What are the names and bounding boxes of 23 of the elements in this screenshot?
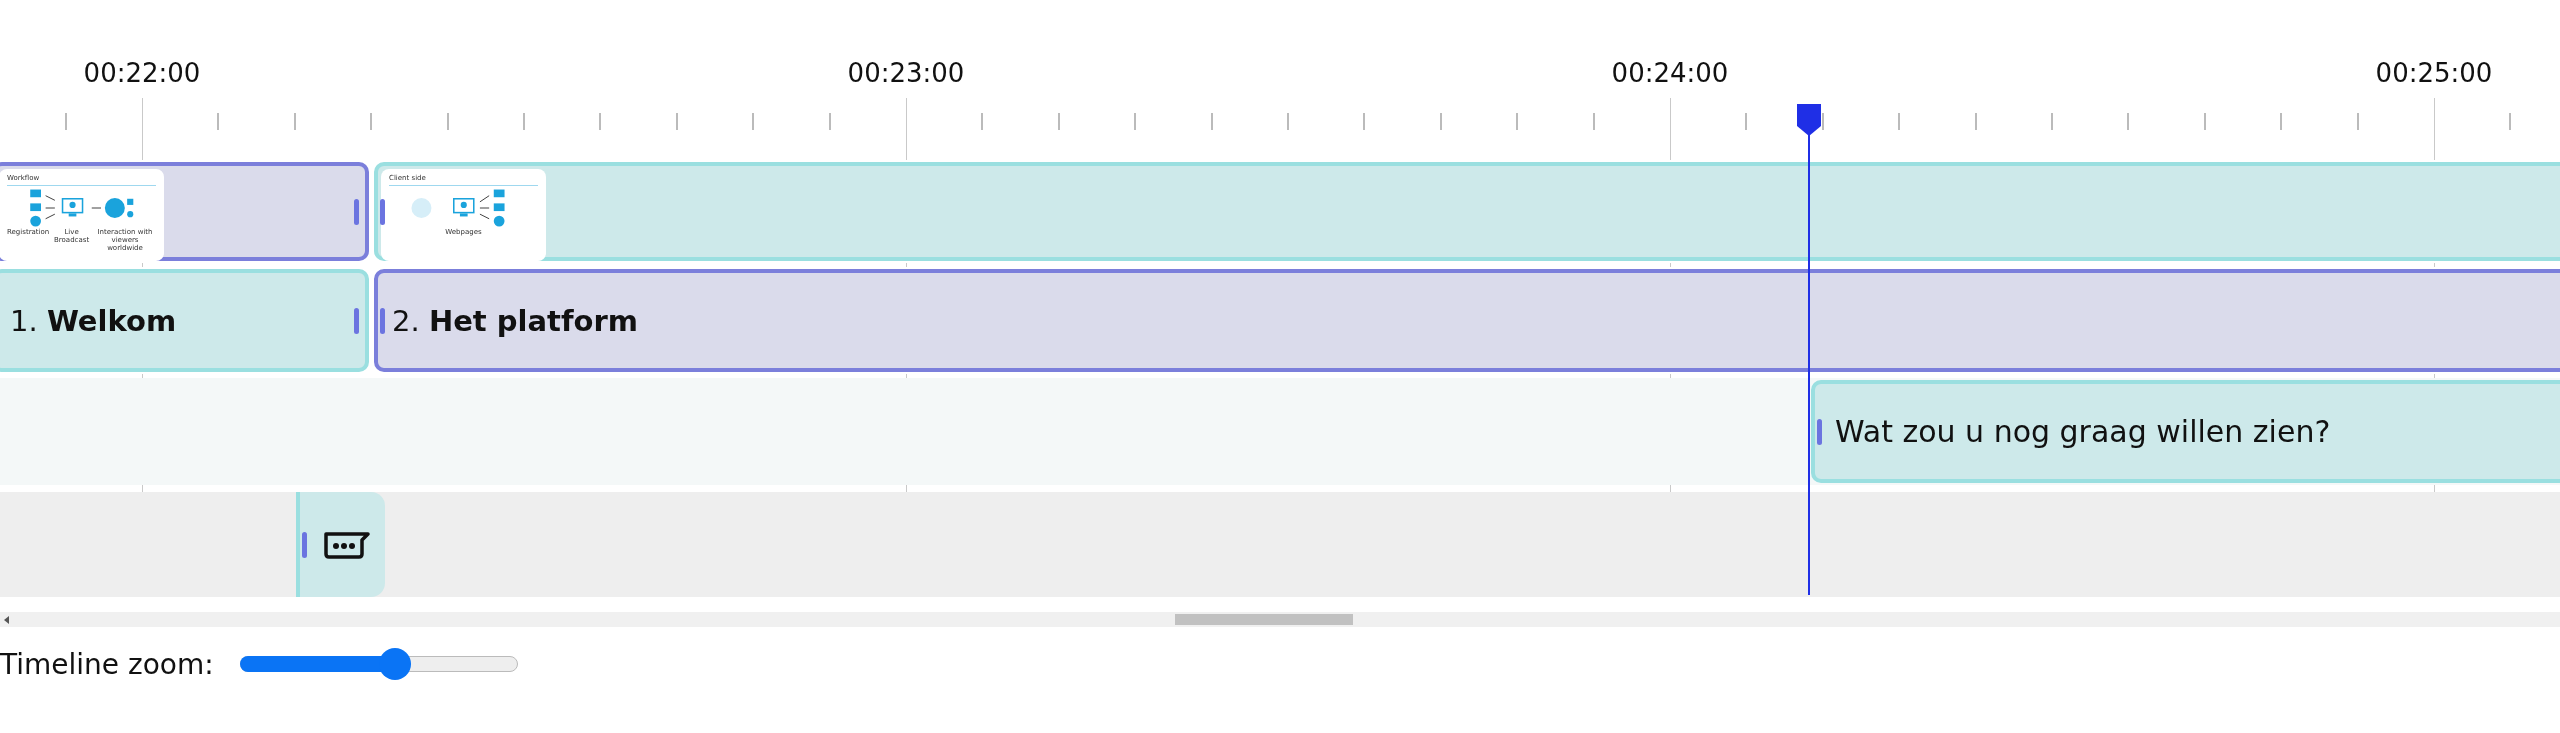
question-text: Wat zou u nog graag willen zien?: [1835, 414, 2331, 449]
timeline-clip[interactable]: 1. Welkom: [0, 269, 369, 372]
time-label: 00:24:00: [1611, 58, 1729, 88]
chapter-title: 2. Het platform: [392, 303, 638, 338]
horizontal-scrollbar[interactable]: [0, 612, 2560, 627]
resize-handle[interactable]: [354, 307, 359, 334]
resize-handle[interactable]: [380, 198, 385, 225]
timeline-clip[interactable]: 2. Het platform: [374, 269, 2560, 372]
timeline-clip[interactable]: [296, 492, 385, 597]
time-label: 00:23:00: [847, 58, 965, 88]
timeline-clip[interactable]: Wat zou u nog graag willen zien?: [1811, 380, 2560, 483]
resize-handle[interactable]: [302, 531, 307, 558]
chapter-title: 1. Welkom: [10, 303, 177, 338]
zoom-label: Timeline zoom:: [0, 647, 214, 681]
time-label: 00:22:00: [83, 58, 201, 88]
playhead[interactable]: [1795, 104, 1823, 595]
scroll-left-icon[interactable]: [3, 614, 11, 625]
resize-handle[interactable]: [354, 198, 359, 225]
scrollbar-thumb[interactable]: [1175, 614, 1353, 625]
resize-handle[interactable]: [380, 307, 385, 334]
chat-bubble-icon: [322, 529, 372, 560]
resize-handle[interactable]: [1817, 418, 1822, 445]
time-label: 00:25:00: [2375, 58, 2493, 88]
